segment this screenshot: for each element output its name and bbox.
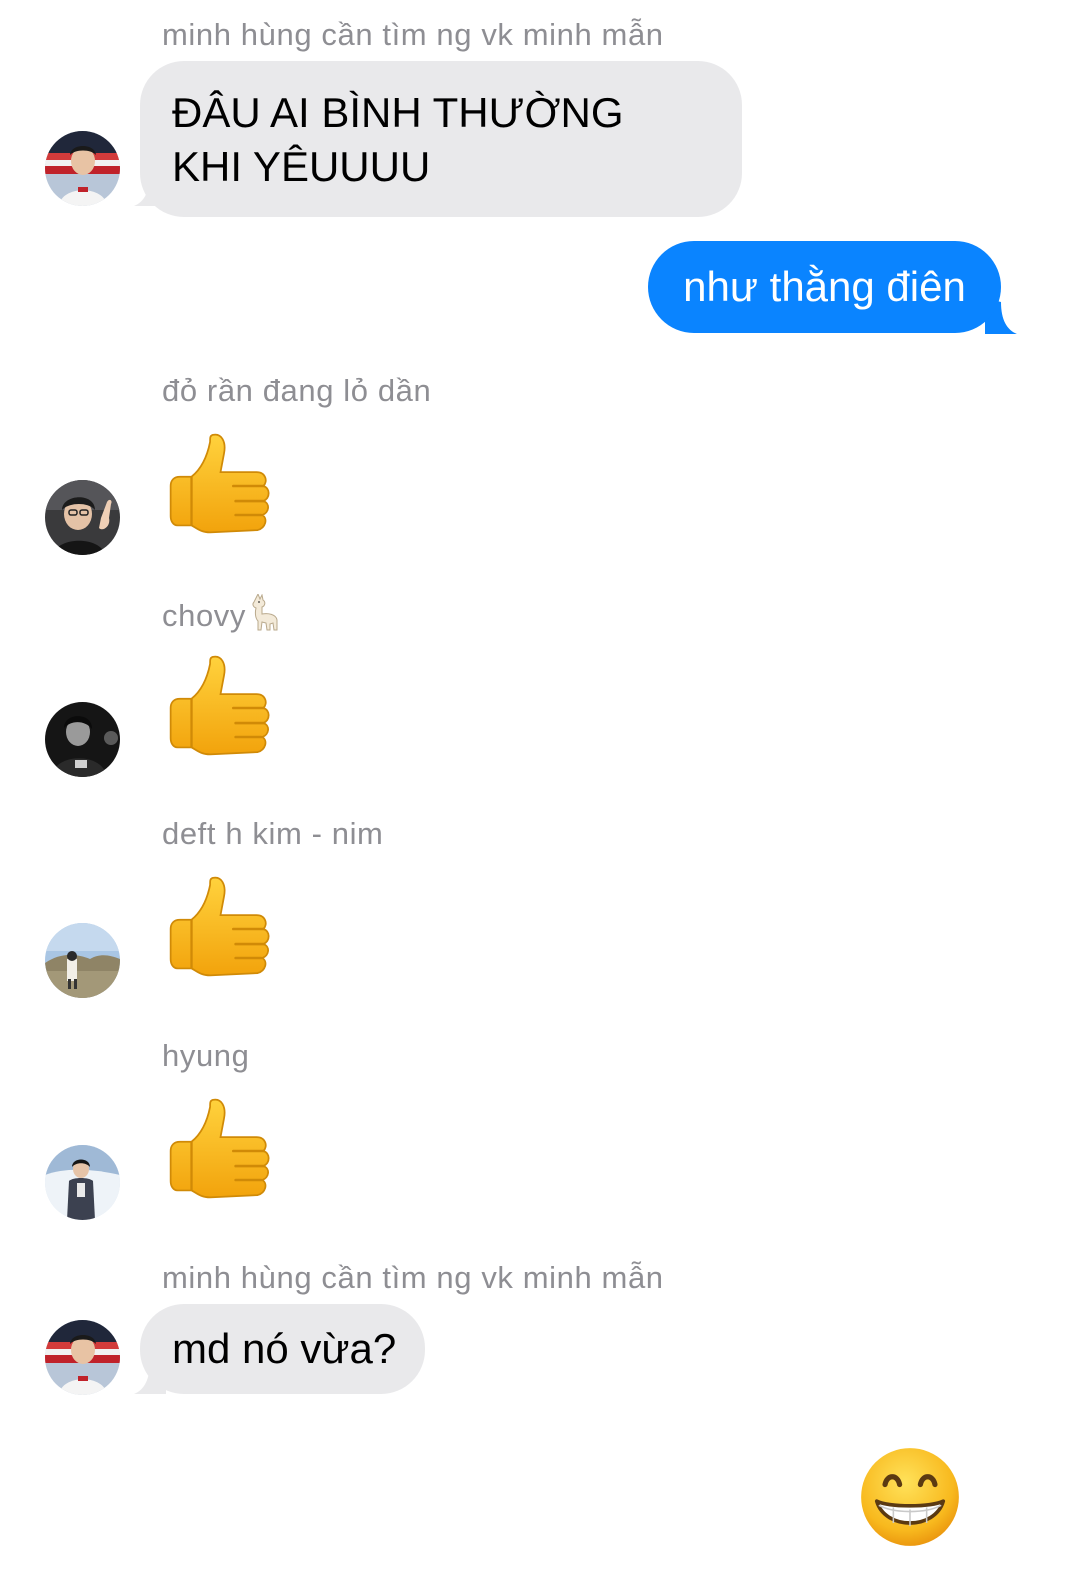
avatar[interactable] — [45, 1145, 120, 1220]
message-text: như thằng điên — [683, 263, 966, 310]
grinning-face-emoji[interactable] — [858, 1445, 962, 1549]
thumbs-up-emoji[interactable] — [166, 871, 282, 987]
sender-name: deft h kim - nim — [162, 816, 384, 851]
avatar[interactable] — [45, 480, 120, 555]
sender-name: chovy — [162, 594, 280, 634]
message-text: md nó vừa? — [172, 1325, 397, 1372]
incoming-message-bubble[interactable]: ĐÂU AI BÌNH THƯỜNG KHI YÊUUUU — [140, 61, 742, 217]
llama-emoji — [252, 594, 278, 631]
sender-name: hyung — [162, 1038, 250, 1073]
sender-name: đỏ rần đang lỏ dần — [162, 373, 432, 408]
sender-name: minh hùng cần tìm ng vk minh mẫn — [162, 1260, 664, 1295]
message-text: ĐÂU AI BÌNH THƯỜNG KHI YÊUUUU — [172, 89, 636, 190]
thumbs-up-emoji[interactable] — [166, 1093, 282, 1209]
avatar[interactable] — [45, 1320, 120, 1395]
outgoing-message-bubble[interactable]: như thằng điên — [648, 241, 1001, 333]
incoming-message-bubble[interactable]: md nó vừa? — [140, 1304, 425, 1394]
avatar[interactable] — [45, 131, 120, 206]
sender-name: minh hùng cần tìm ng vk minh mẫn — [162, 17, 664, 52]
sender-name-text: chovy — [162, 598, 246, 633]
avatar[interactable] — [45, 702, 120, 777]
thumbs-up-emoji[interactable] — [166, 650, 282, 766]
avatar[interactable] — [45, 923, 120, 998]
thumbs-up-emoji[interactable] — [166, 428, 282, 544]
